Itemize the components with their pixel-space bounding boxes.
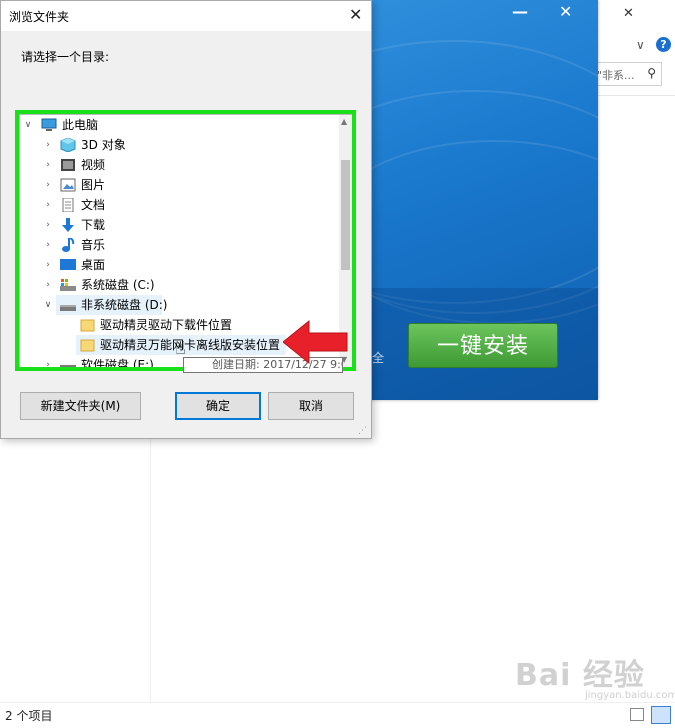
- tree-item-drive-d[interactable]: ∨ 非系统磁盘 (D:): [22, 295, 338, 315]
- tree-item-music[interactable]: › 音乐: [22, 235, 338, 255]
- search-icon: ⚲: [647, 66, 656, 80]
- dialog-prompt: 请选择一个目录:: [21, 50, 110, 64]
- ok-button[interactable]: 确定: [175, 392, 261, 420]
- scrollbar-thumb[interactable]: [341, 160, 350, 270]
- installer-window: — ✕ 全 一键安装: [362, 0, 598, 400]
- tree-item-label: 此电脑: [62, 118, 99, 132]
- drive-icon: [60, 298, 76, 312]
- browse-folder-dialog: 浏览文件夹 ✕ 请选择一个目录: ∨ 此电脑 › 3D 对象 › 视频 › 图片…: [0, 0, 372, 439]
- hand-cursor-icon: ☝: [175, 338, 186, 359]
- pictures-icon: [60, 178, 76, 192]
- tree-item-label: 音乐: [81, 238, 106, 252]
- red-arrow-icon: [283, 319, 348, 365]
- drive-icon: [60, 358, 76, 368]
- tree-item-pictures[interactable]: › 图片: [22, 175, 338, 195]
- tree-item-label: 图片: [81, 178, 106, 192]
- chevron-right-icon[interactable]: ›: [42, 235, 54, 255]
- baidu-watermark: Bai 经验: [515, 658, 645, 693]
- search-placeholder: "非系...: [597, 69, 635, 82]
- minimize-icon[interactable]: —: [512, 2, 528, 21]
- search-input[interactable]: "非系... ⚲: [592, 62, 662, 86]
- tree-item-label: 下载: [81, 218, 106, 232]
- documents-icon: [60, 197, 76, 213]
- tree-item-3d-objects[interactable]: › 3D 对象: [22, 135, 338, 155]
- help-icon[interactable]: ?: [656, 37, 671, 52]
- chevron-down-icon[interactable]: ∨: [636, 38, 645, 52]
- cancel-button[interactable]: 取消: [268, 392, 354, 420]
- chevron-right-icon[interactable]: ›: [42, 195, 54, 215]
- chevron-down-icon[interactable]: ∨: [22, 115, 34, 135]
- tree-item-label: 3D 对象: [81, 138, 126, 152]
- music-icon: [60, 237, 76, 252]
- new-folder-button[interactable]: 新建文件夹(M): [20, 392, 141, 420]
- tree-item-videos[interactable]: › 视频: [22, 155, 338, 175]
- tree-item-label: 文档: [81, 198, 106, 212]
- tree-item-label: 视频: [81, 158, 106, 172]
- tree-item-label: 桌面: [81, 258, 106, 272]
- large-icons-view-icon[interactable]: [651, 706, 671, 724]
- tree-item-downloads[interactable]: › 下载: [22, 215, 338, 235]
- chevron-right-icon[interactable]: ›: [42, 355, 54, 368]
- close-icon[interactable]: ✕: [559, 2, 572, 21]
- system-drive-icon: [60, 278, 76, 292]
- computer-icon: [41, 118, 57, 132]
- dialog-title: 浏览文件夹: [9, 10, 70, 24]
- chevron-right-icon[interactable]: ›: [42, 215, 54, 235]
- folder-icon: [80, 338, 96, 352]
- tree-item-label: 非系统磁盘 (D:): [81, 298, 168, 312]
- 3d-objects-icon: [60, 137, 76, 153]
- chevron-right-icon[interactable]: ›: [42, 155, 54, 175]
- safety-text: 全: [372, 351, 385, 365]
- tree-item-label: 软件磁盘 (E:): [81, 358, 154, 369]
- chevron-right-icon[interactable]: ›: [42, 175, 54, 195]
- tree-item-drive-c[interactable]: › 系统磁盘 (C:): [22, 275, 338, 295]
- chevron-down-icon[interactable]: ∨: [42, 295, 54, 315]
- chevron-right-icon[interactable]: ›: [42, 275, 54, 295]
- video-icon: [60, 158, 76, 172]
- details-view-icon[interactable]: [630, 708, 644, 721]
- one-click-install-button[interactable]: 一键安装: [408, 323, 558, 368]
- tree-item-label: 系统磁盘 (C:): [81, 278, 155, 292]
- close-icon[interactable]: ✕: [623, 6, 634, 21]
- tree-item-label: 驱动精灵万能网卡离线版安装位置: [100, 338, 281, 352]
- tree-item-desktop[interactable]: › 桌面: [22, 255, 338, 275]
- tree-item-this-pc[interactable]: ∨ 此电脑: [22, 115, 338, 135]
- baidu-watermark-url: jingyan.baidu.com: [585, 690, 675, 701]
- tree-item-documents[interactable]: › 文档: [22, 195, 338, 215]
- scroll-up-icon[interactable]: ▲: [341, 117, 347, 126]
- download-icon: [60, 218, 76, 232]
- chevron-right-icon[interactable]: ›: [42, 135, 54, 155]
- resize-grip-icon[interactable]: ⋰: [358, 426, 367, 436]
- status-bar: [0, 702, 675, 728]
- chevron-right-icon[interactable]: ›: [42, 255, 54, 275]
- desktop-icon: [60, 258, 76, 272]
- item-count: 2 个项目: [5, 709, 53, 723]
- close-icon[interactable]: ✕: [349, 5, 362, 24]
- folder-icon: [80, 318, 96, 332]
- tree-item-label: 驱动精灵驱动下载件位置: [100, 318, 233, 332]
